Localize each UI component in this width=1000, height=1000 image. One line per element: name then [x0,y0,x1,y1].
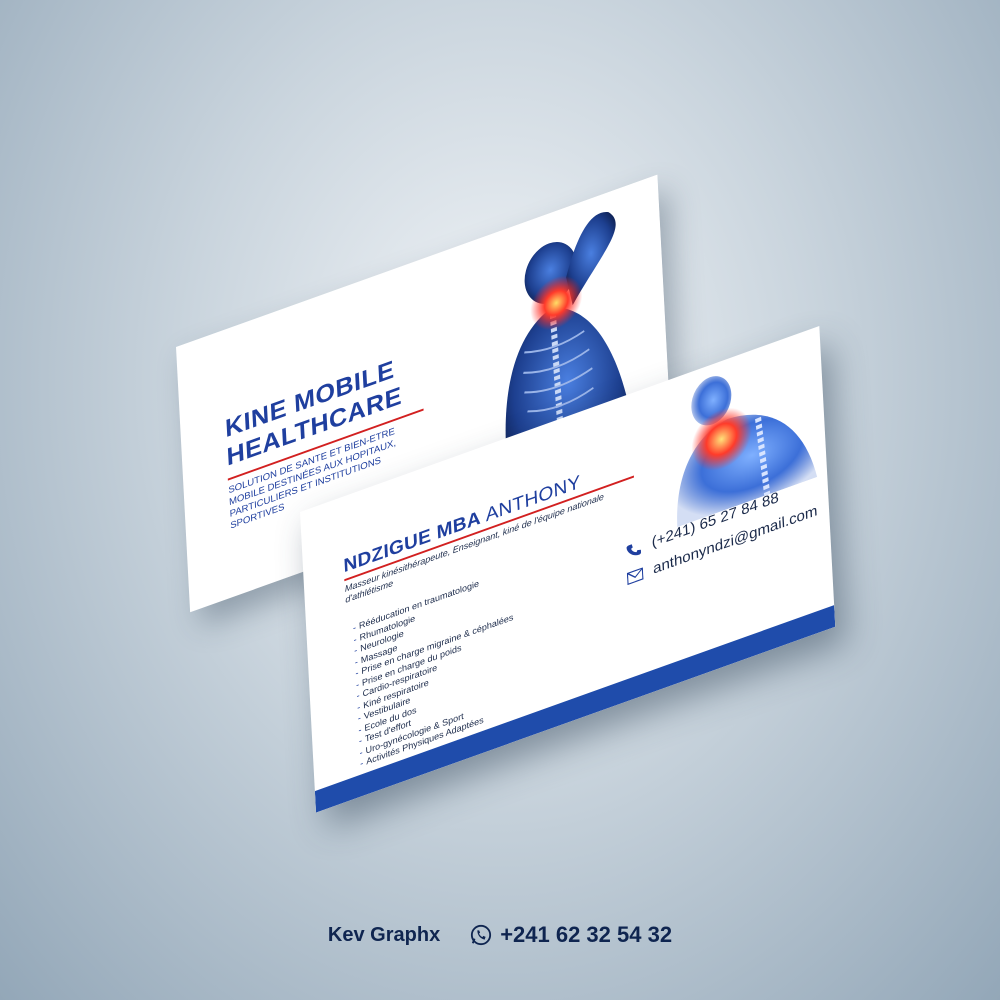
designer-brand: Kev Graphx [327,923,441,946]
bullet-dash: - [353,644,358,656]
bullet-dash: - [358,723,362,735]
bullet-dash: - [352,622,357,634]
designer-phone: +241 62 32 54 32 [500,922,673,947]
bullet-dash: - [355,678,360,690]
envelope-icon [626,566,644,585]
bullet-dash: - [355,667,359,679]
bullet-dash: - [353,633,357,645]
bullet-dash: - [358,735,363,747]
bullet-dash: - [359,757,364,769]
bullet-dash: - [356,701,361,713]
bullet-dash: - [356,690,360,701]
bullet-dash: - [354,656,359,668]
bullet-dash: - [359,746,363,758]
phone-icon [626,543,642,555]
footer: Kev Graphx +241 62 32 54 32 [0,922,1000,948]
bullet-dash: - [357,712,362,724]
red-divider-front [344,475,634,582]
mockup-scene: KINE MOBILE HEALTHCARE SOLUTION DE SANTE… [0,0,1000,1000]
whatsapp-icon [471,924,492,946]
